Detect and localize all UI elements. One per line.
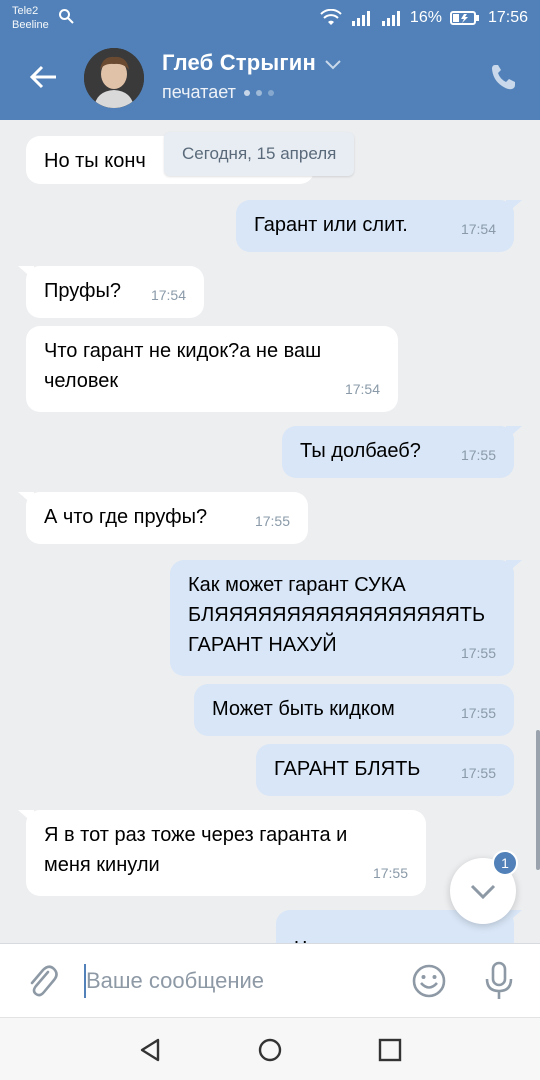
typing-dot [243,89,250,96]
typing-dot [255,89,262,96]
bubble-tail [18,492,34,506]
battery-icon [449,11,479,25]
bubble-tail [506,426,522,440]
message-time: 17:54 [344,381,380,397]
avatar-image [84,48,144,108]
message-text: Я в тот раз тоже через гаранта и меня ки… [44,824,348,876]
date-separator: Сегодня, 15 апреля [164,132,355,176]
message-incoming[interactable]: Я в тот раз тоже через гаранта и меня ки… [18,810,426,896]
message-outgoing[interactable]: Может быть кидком 17:55 [194,684,514,736]
status-bar: Tele2 Beeline 16% 17:56 [0,0,540,36]
search-icon [59,9,74,24]
message-outgoing[interactable]: ГАРАНТ БЛЯТЬ 17:55 [256,744,514,796]
message-time: 17:54 [460,221,496,237]
bubble-tail [18,810,34,824]
paperclip-icon[interactable] [26,962,58,1000]
avatar[interactable] [84,48,144,108]
message-text: Может быть кидком [212,698,395,720]
nav-back-icon[interactable] [136,1036,164,1064]
typing-dot [267,89,274,96]
battery-percent: 16% [409,9,442,26]
signal-icon-1 [351,11,370,26]
message-outgoing[interactable]: Ты долбаеб? 17:55 [282,426,522,478]
status-right: 16% 17:56 [320,8,528,28]
message-composer [0,943,540,1017]
message-time: 17:55 [460,447,496,463]
message-time: 17:55 [254,513,290,529]
message-text: Что гарант не кидок?а не ваш человек [44,340,322,392]
chevron-down-icon[interactable] [324,58,342,72]
message-outgoing[interactable]: Как может гарант СУКА БЛЯЯЯЯЯЯЯЯЯЯЯЯЯЯЯЯ… [170,560,522,676]
message-time: 17:54 [150,287,186,303]
back-arrow-icon[interactable] [26,60,60,94]
scrollbar[interactable] [536,730,540,870]
carrier-2: Beeline [12,19,49,31]
message-incoming[interactable]: Пруфы? 17:54 [18,266,204,318]
typing-status: печатает [162,82,274,103]
bubble-tail [18,266,34,280]
chat-history[interactable]: Но ты конч Гарант или слит. 17:54 Пруфы?… [0,120,540,943]
message-text: А что где пруфы? [44,506,208,528]
microphone-icon[interactable] [480,960,518,1002]
carrier-info: Tele2 Beeline [12,4,49,32]
message-incoming[interactable]: Что гарант не кидок?а не ваш человек 17:… [26,326,398,412]
message-time: 17:55 [460,705,496,721]
typing-dots [243,89,274,96]
wifi-icon [320,9,342,25]
emoji-icon[interactable] [410,962,448,1000]
clock: 17:56 [487,9,528,26]
nav-home-icon[interactable] [256,1036,284,1064]
carrier-1: Tele2 [12,5,39,17]
system-navigation-bar [0,1017,540,1080]
unread-badge: 1 [492,850,518,876]
message-incoming[interactable]: А что где пруфы? 17:55 [18,492,308,544]
message-time: 17:55 [372,865,408,881]
phone-icon[interactable] [488,62,518,92]
message-text: Гарант или слит. [254,214,408,236]
nav-recents-icon[interactable] [376,1036,404,1064]
contact-name[interactable]: Глеб Стрыгин [162,50,316,76]
signal-icon-2 [381,11,400,26]
message-outgoing[interactable]: Гарант или слит. 17:54 [236,200,522,252]
typing-text: печатает [162,82,236,102]
app-header: Tele2 Beeline 16% 17:56 Глеб Стрыгин печ… [0,0,540,120]
message-time: 17:55 [460,765,496,781]
message-text: Как может гарант СУКА БЛЯЯЯЯЯЯЯЯЯЯЯЯЯЯЯЯ… [188,574,486,656]
bubble-tail [506,560,522,574]
bubble-tail [506,200,522,214]
message-input[interactable] [86,964,386,998]
message-time: 17:55 [460,645,496,661]
